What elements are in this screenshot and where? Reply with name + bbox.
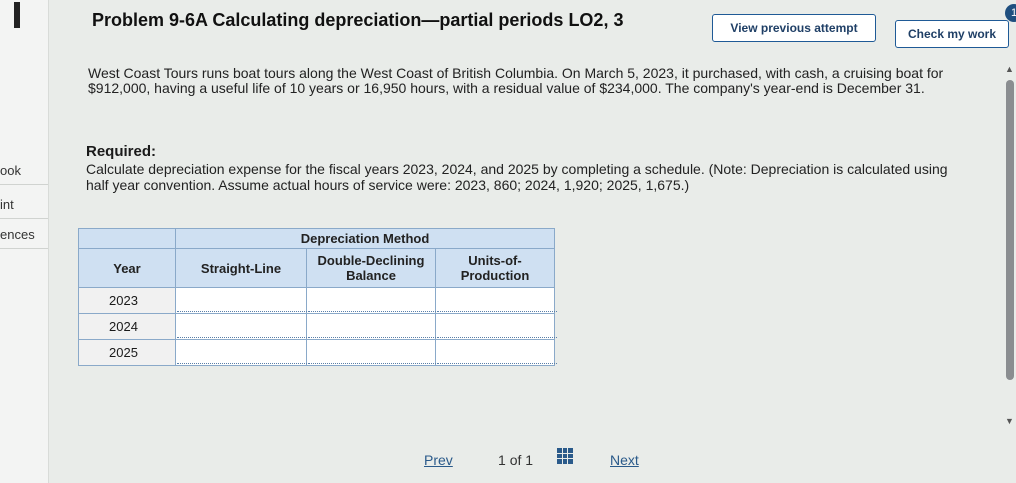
table-corner — [78, 228, 176, 249]
sl-2024-input[interactable] — [177, 315, 309, 338]
ddb-2023-input[interactable] — [308, 289, 438, 312]
scroll-up-icon[interactable]: ▲ — [1005, 64, 1014, 74]
attempt-badge: 1 — [1005, 4, 1016, 22]
col-straight-line: Straight-Line — [175, 248, 307, 288]
page-title: Problem 9-6A Calculating depreciation—pa… — [92, 10, 624, 30]
col-units-of-production: Units-of-Production — [435, 248, 555, 288]
uop-cell[interactable] — [435, 313, 557, 340]
of-label: of — [509, 452, 522, 468]
uop-2024-input[interactable] — [437, 315, 557, 338]
depreciation-table: Depreciation Method Year Straight-Line D… — [78, 228, 557, 366]
table-row: 2023 — [78, 287, 557, 314]
sl-cell[interactable] — [175, 287, 309, 314]
total-pages: 1 — [525, 452, 534, 468]
check-my-work-button[interactable]: Check my work — [895, 20, 1009, 48]
year-cell: 2025 — [78, 339, 176, 366]
uop-2023-input[interactable] — [437, 289, 557, 312]
uop-cell[interactable] — [435, 339, 557, 366]
sidebar-item-label: ook — [0, 163, 21, 178]
sidebar-item-print[interactable]: int — [0, 192, 48, 219]
uop-cell[interactable] — [435, 287, 557, 314]
col-year: Year — [78, 248, 176, 288]
sidebar: ook int ences — [0, 0, 49, 483]
sidebar-item-references[interactable]: ences — [0, 222, 48, 249]
prev-button[interactable]: Prev — [424, 452, 453, 468]
scroll-down-icon[interactable]: ▼ — [1005, 416, 1014, 426]
sidebar-marker — [14, 2, 20, 28]
scroll-thumb[interactable] — [1006, 80, 1014, 380]
uop-2025-input[interactable] — [437, 341, 557, 364]
sl-cell[interactable] — [175, 313, 309, 340]
col-double-declining: Double-Declining Balance — [306, 248, 436, 288]
required-text: Calculate depreciation expense for the f… — [86, 161, 948, 193]
sidebar-item-label: int — [0, 197, 14, 212]
ddb-2025-input[interactable] — [308, 341, 438, 364]
group-header: Depreciation Method — [175, 228, 555, 249]
sl-cell[interactable] — [175, 339, 309, 366]
ddb-cell[interactable] — [306, 287, 438, 314]
view-previous-attempt-button[interactable]: View previous attempt — [712, 14, 876, 42]
table-row: 2025 — [78, 339, 557, 366]
problem-paragraph: West Coast Tours runs boat tours along t… — [88, 65, 944, 96]
ddb-2024-input[interactable] — [308, 315, 438, 338]
current-page: 1 — [498, 452, 506, 468]
prev-label: Prev — [424, 452, 453, 468]
sidebar-item-ebook[interactable]: ook — [0, 158, 48, 185]
sl-2023-input[interactable] — [177, 289, 309, 312]
next-label: Next — [610, 452, 639, 468]
page-indicator: 1 of 1 — [498, 452, 533, 468]
table-row: 2024 — [78, 313, 557, 340]
sidebar-item-label: ences — [0, 227, 35, 242]
ddb-cell[interactable] — [306, 313, 438, 340]
year-cell: 2024 — [78, 313, 176, 340]
year-cell: 2023 — [78, 287, 176, 314]
sl-2025-input[interactable] — [177, 341, 309, 364]
grid-icon[interactable] — [557, 448, 573, 464]
next-button[interactable]: Next — [610, 452, 639, 468]
ddb-cell[interactable] — [306, 339, 438, 366]
required-label: Required: — [86, 143, 157, 160]
